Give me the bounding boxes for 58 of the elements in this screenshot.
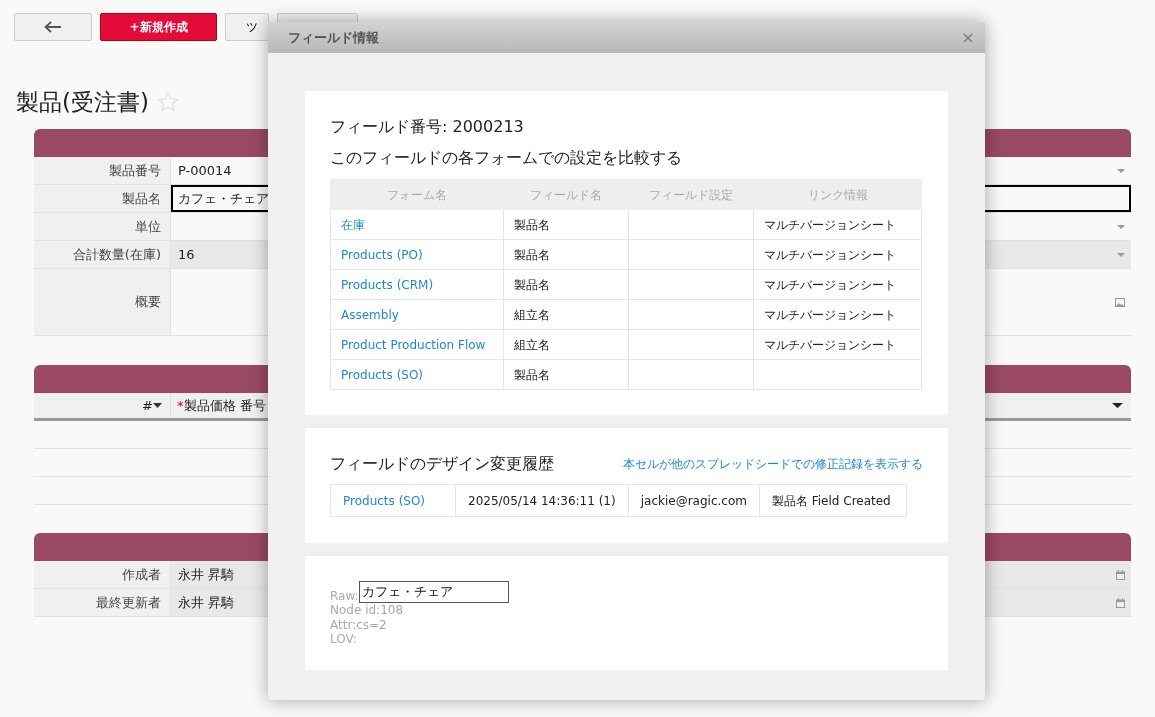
page-title: 製品(受注書) — [16, 87, 149, 117]
column-header: リンク情報 — [753, 179, 922, 210]
table-cell: 組立名 — [514, 307, 550, 322]
table-cell: 製品名 — [514, 217, 550, 232]
field-text: 永井 昇騎 — [178, 565, 235, 584]
field-text: 永井 昇騎 — [178, 593, 235, 612]
table-cell: jackie@ragic.com — [640, 493, 747, 508]
toolbar-button[interactable]: ツ — [225, 13, 269, 41]
table-cell: 製品名 — [514, 367, 550, 382]
table-cell: マルチバージョンシート — [764, 277, 896, 292]
debug-line: LOV: — [330, 632, 358, 647]
debug-line: Node id:108 — [330, 603, 405, 618]
table-cell: マルチバージョンシート — [764, 217, 896, 232]
table-cell: マルチバージョンシート — [764, 337, 896, 352]
raw-label: Raw: — [330, 588, 359, 603]
form-link[interactable]: Assembly — [341, 307, 399, 322]
field-label: 概要 — [34, 269, 171, 335]
field-text: カフェ・チェア — [178, 189, 269, 208]
new-record-button[interactable]: +新規作成 — [100, 13, 217, 41]
field-label: 製品名 — [34, 185, 171, 212]
field-text: P-00014 — [178, 161, 232, 180]
back-arrow-icon — [44, 21, 62, 33]
close-icon[interactable] — [963, 32, 973, 43]
history-heading: フィールドのデザイン変更履歴 — [330, 453, 554, 475]
calendar-icon — [1116, 569, 1125, 580]
field-label: 最終更新者 — [34, 589, 171, 616]
table-cell: 製品名 Field Created — [771, 493, 891, 508]
column-header[interactable]: # — [34, 393, 171, 418]
table-cell: 製品名 — [514, 277, 550, 292]
dropdown-caret-icon[interactable] — [1112, 403, 1123, 408]
compare-heading: このフィールドの各フォームでの設定を比較する — [330, 147, 683, 169]
field-number: フィールド番号: 2000213 — [330, 116, 525, 138]
form-link[interactable]: 在庫 — [341, 217, 365, 232]
image-icon — [1115, 297, 1125, 307]
field-text: 16 — [178, 245, 195, 264]
column-header[interactable]: *製品価格 番号 — [171, 393, 272, 418]
raw-value-field[interactable]: カフェ・チェア — [358, 581, 509, 603]
field-label: 単位 — [34, 213, 171, 240]
table-cell: 2025/05/14 14:36:11 (1) — [468, 493, 616, 508]
dropdown-caret-icon — [1117, 168, 1125, 173]
back-button[interactable] — [14, 13, 92, 41]
field-label: 作成者 — [34, 561, 171, 588]
dialog-title: フィールド情報 — [288, 28, 379, 47]
calendar-icon — [1116, 597, 1125, 608]
history-link[interactable]: 本セルが他のスプレッドシードでの修正記録を表示する — [623, 455, 923, 473]
star-icon[interactable] — [156, 91, 179, 113]
table-cell: 組立名 — [514, 337, 550, 352]
table-cell: 製品名 — [514, 247, 550, 262]
dropdown-caret-icon — [1117, 224, 1125, 229]
debug-line: Attr:cs=2 — [330, 617, 388, 632]
dropdown-caret-icon — [1117, 252, 1125, 257]
table-cell: マルチバージョンシート — [764, 247, 896, 262]
sort-caret-icon — [153, 403, 162, 408]
column-header: フィールド設定 — [628, 179, 754, 210]
table-cell: マルチバージョンシート — [764, 307, 896, 322]
field-label: 合計数量(在庫) — [34, 241, 171, 268]
column-header: フィールド名 — [503, 179, 629, 210]
field-label: 製品番号 — [34, 157, 171, 184]
